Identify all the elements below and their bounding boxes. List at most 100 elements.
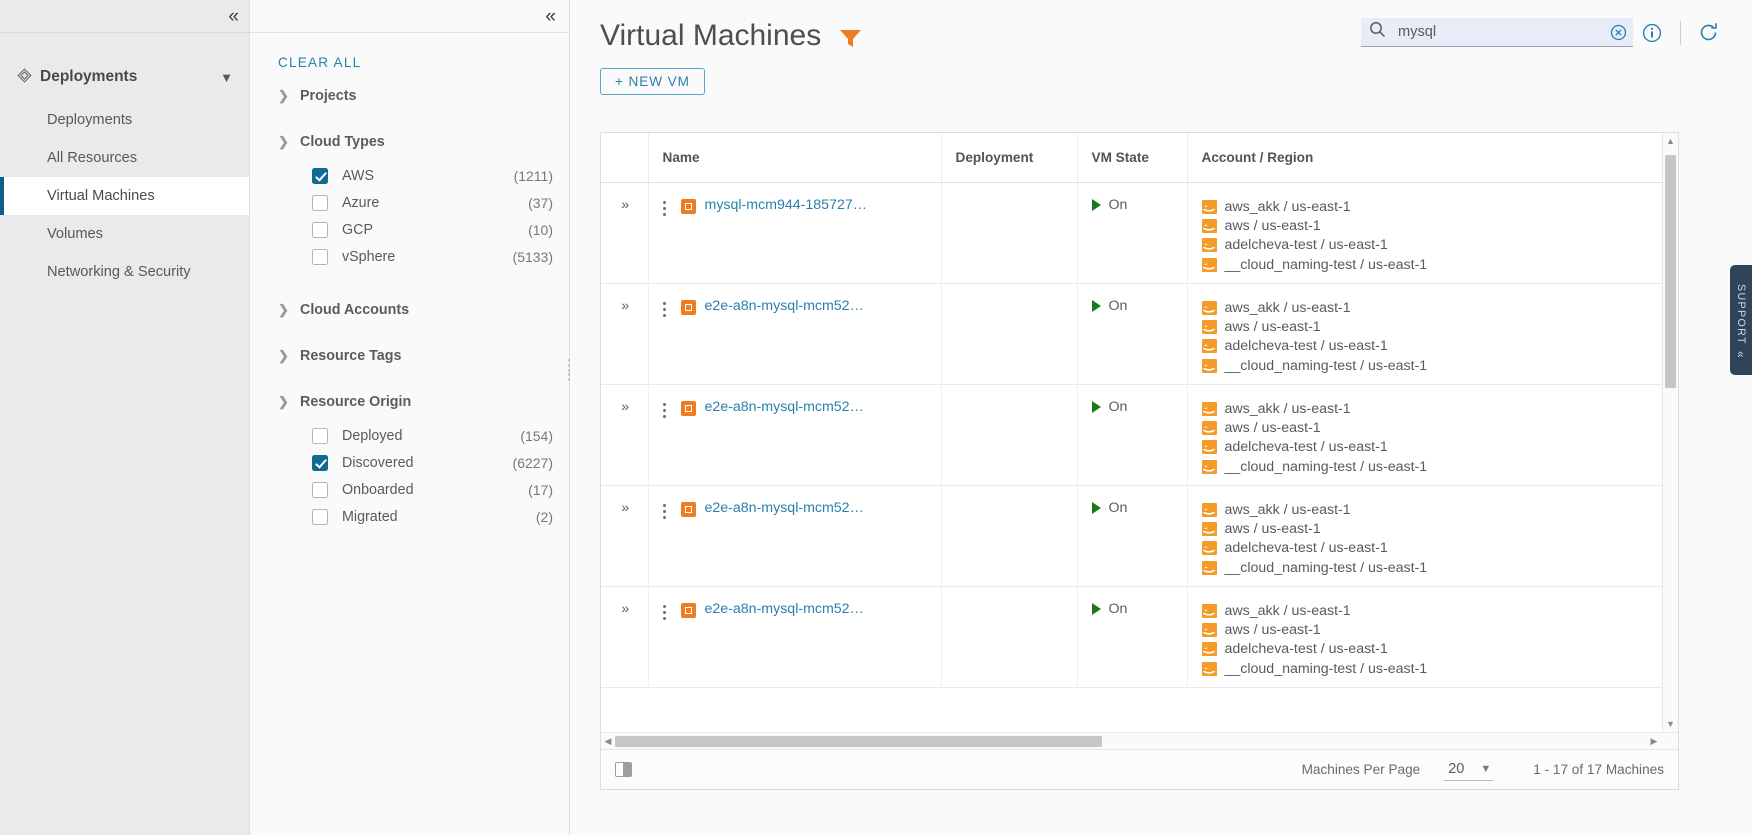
sidebar-item-label: All Resources	[47, 150, 138, 166]
scroll-down-icon[interactable]: ▼	[1666, 716, 1675, 732]
table-row[interactable]: » e2e-a8n-mysql-mcm52… On aws_akk / us-east…	[601, 485, 1678, 587]
filter-group-header[interactable]: ❯ Projects	[278, 76, 553, 116]
sidebar-item-deployments[interactable]: Deployments	[0, 101, 249, 139]
clear-all-button[interactable]: CLEAR ALL	[250, 33, 569, 70]
checkbox[interactable]	[312, 508, 328, 525]
filter-option-count: (10)	[528, 221, 553, 238]
table-row[interactable]: » mysql-mcm944-185727… On aws_akk / us-east…	[601, 182, 1679, 284]
filter-option-aws[interactable]: AWS (1211)	[278, 162, 553, 189]
filter-option-azure[interactable]: Azure (37)	[278, 189, 553, 216]
column-header-deployment[interactable]: Deployment	[941, 133, 1078, 183]
filter-option-discovered[interactable]: Discovered (6227)	[278, 449, 553, 476]
aws-icon	[1201, 199, 1217, 214]
account-region-text: adelcheva-test / us-east-1	[1224, 237, 1388, 254]
filter-group-header[interactable]: ❯ Cloud Types	[278, 122, 553, 162]
support-label: SUPPORT	[1735, 284, 1747, 346]
vm-name-link[interactable]: e2e-a8n-mysql-mcm52…	[705, 298, 864, 314]
column-header-vm-state[interactable]: VM State	[1077, 133, 1188, 183]
table-row[interactable]: » e2e-a8n-mysql-mcm52… On aws_akk / us-east…	[601, 283, 1679, 385]
table-header-row: Name Deployment VM State Account / Regio…	[601, 133, 1678, 183]
filter-group-header[interactable]: ❯ Resource Origin	[278, 382, 553, 422]
filter-group-header[interactable]: ❯ Cloud Accounts	[278, 290, 553, 330]
account-region-line: aws / us-east-1	[1201, 216, 1679, 235]
vm-name-link[interactable]: e2e-a8n-mysql-mcm52…	[705, 601, 864, 617]
table-row[interactable]: » e2e-a8n-mysql-mcm52… On aws_akk / us-east…	[601, 384, 1678, 486]
checkbox[interactable]	[312, 481, 328, 498]
search-input[interactable]	[1386, 24, 1610, 40]
filter-option-migrated[interactable]: Migrated (2)	[278, 503, 553, 530]
state-on-icon	[1091, 401, 1101, 413]
account-region-line: aws / us-east-1	[1201, 620, 1679, 639]
scroll-left-icon[interactable]: ◀	[601, 736, 615, 747]
vm-name-link[interactable]: e2e-a8n-mysql-mcm52…	[705, 399, 864, 415]
row-menu-icon[interactable]	[649, 298, 681, 317]
refresh-icon[interactable]	[1697, 21, 1720, 44]
info-circle-icon[interactable]	[1642, 23, 1662, 43]
table-row[interactable]: » e2e-a8n-mysql-mcm52… On aws_akk / us-east…	[601, 586, 1679, 688]
account-region-line: __cloud_naming-test / us-east-1	[1201, 356, 1679, 375]
cell-deployment	[941, 485, 1078, 587]
filter-group-projects: ❯ Projects	[250, 70, 569, 116]
column-header-name[interactable]: Name	[648, 133, 942, 183]
filter-group-header[interactable]: ❯ Resource Tags	[278, 336, 553, 376]
filter-collapse-bar: «	[250, 0, 569, 33]
vm-state-text: On	[1108, 601, 1128, 617]
vm-name-link[interactable]: mysql-mcm944-185727…	[705, 197, 867, 213]
filter-option-deployed[interactable]: Deployed (154)	[278, 422, 553, 449]
row-expand-button[interactable]: »	[601, 283, 649, 385]
cell-vm-state: On	[1077, 182, 1188, 284]
page-header: Virtual Machines	[570, 0, 1752, 54]
clear-circle-icon[interactable]	[1610, 24, 1627, 41]
checkbox[interactable]	[312, 194, 328, 211]
row-expand-button[interactable]: »	[601, 485, 649, 587]
chevron-down-icon[interactable]: ▼	[220, 70, 233, 85]
horizontal-scrollbar[interactable]: ◀ ▶	[601, 732, 1678, 749]
checkbox[interactable]	[312, 248, 328, 265]
sidebar-item-networking-security[interactable]: Networking & Security	[0, 253, 249, 291]
row-expand-button[interactable]: »	[601, 586, 649, 688]
sidebar-item-all-resources[interactable]: All Resources	[0, 139, 249, 177]
checkbox[interactable]	[312, 167, 328, 184]
nav-collapse-icon[interactable]: «	[228, 7, 238, 26]
funnel-icon[interactable]	[839, 28, 862, 54]
vm-name-link[interactable]: e2e-a8n-mysql-mcm52…	[705, 500, 864, 516]
vertical-scroll-thumb[interactable]	[1665, 155, 1676, 388]
search-box[interactable]	[1361, 18, 1633, 47]
sidebar-item-virtual-machines[interactable]: Virtual Machines	[0, 177, 249, 215]
checkbox[interactable]	[312, 454, 328, 471]
deployments-icon	[16, 67, 40, 88]
column-header-account-region[interactable]: Account / Region	[1187, 133, 1678, 183]
horizontal-scroll-thumb[interactable]	[615, 736, 1102, 747]
checkbox[interactable]	[312, 221, 328, 238]
page-title: Virtual Machines	[600, 19, 822, 52]
scroll-right-icon[interactable]: ▶	[1647, 736, 1661, 747]
filter-option-count: (17)	[528, 481, 553, 498]
row-expand-button[interactable]: »	[601, 182, 649, 284]
row-menu-icon[interactable]	[649, 399, 681, 418]
row-menu-icon[interactable]	[649, 197, 681, 216]
checkbox[interactable]	[312, 427, 328, 444]
table-body: » mysql-mcm944-185727… On aws_akk / us-east…	[601, 182, 1679, 688]
row-expand-button[interactable]: »	[601, 384, 649, 486]
per-page-select[interactable]: 20 ▼	[1444, 759, 1494, 781]
vm-state-text: On	[1108, 500, 1128, 516]
aws-icon	[1201, 622, 1217, 637]
row-menu-icon[interactable]	[649, 500, 681, 519]
filter-option-onboarded[interactable]: Onboarded (17)	[278, 476, 553, 503]
aws-icon	[1201, 459, 1217, 474]
row-menu-icon[interactable]	[649, 601, 681, 620]
filter-collapse-icon[interactable]: «	[545, 7, 555, 26]
account-region-line: adelcheva-test / us-east-1	[1201, 337, 1679, 356]
filter-option-vsphere[interactable]: vSphere (5133)	[278, 243, 553, 270]
chevron-down-icon: ❯	[278, 134, 289, 149]
account-region-line: adelcheva-test / us-east-1	[1201, 640, 1679, 659]
sidebar-item-volumes[interactable]: Volumes	[0, 215, 249, 253]
support-tab[interactable]: SUPPORT «	[1730, 265, 1752, 375]
nav-group-deployments[interactable]: Deployments ▼	[0, 53, 249, 101]
new-vm-button[interactable]: + NEW VM	[600, 68, 705, 95]
app-root: « Deployments ▼ Deployments All Resource…	[0, 0, 1752, 835]
filter-option-gcp[interactable]: GCP (10)	[278, 216, 553, 243]
scroll-up-icon[interactable]: ▲	[1666, 133, 1675, 149]
column-toggle-icon[interactable]	[615, 762, 632, 777]
chevron-right-icon: ❯	[278, 302, 289, 317]
